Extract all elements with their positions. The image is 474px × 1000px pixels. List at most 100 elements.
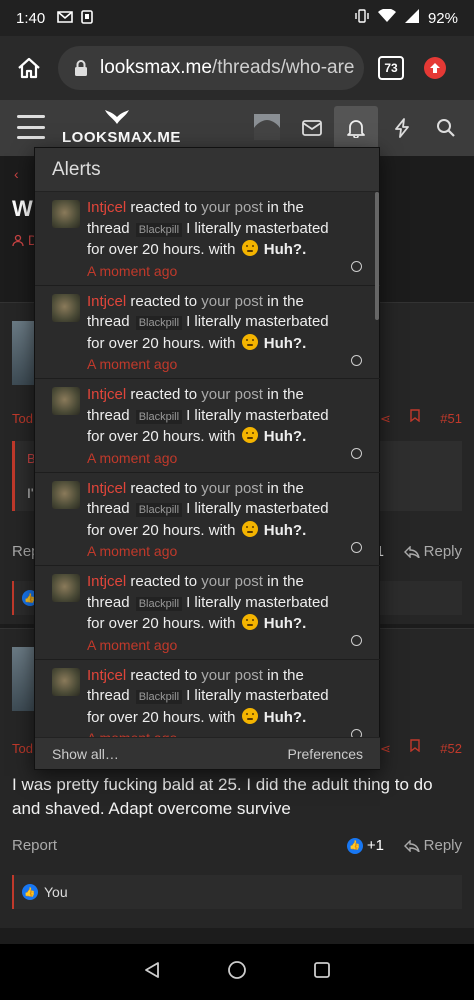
url-text: looksmax.me/threads/who-are — [100, 57, 355, 78]
alerts-footer: Show all… Preferences — [35, 737, 380, 769]
alert-time: A moment ago — [87, 356, 178, 373]
home-circle-icon — [228, 960, 246, 979]
post-actions: Report 👍 +1 Reply — [12, 837, 462, 861]
reaction-count[interactable]: 👍 +1 — [346, 837, 384, 854]
alert-text: Intjcel reacted to your post in the thre… — [87, 386, 329, 446]
confused-emoji-icon — [241, 240, 258, 256]
post-number[interactable]: #51 — [440, 411, 462, 426]
alert-item[interactable]: Intjcel reacted to your post in the thre… — [35, 286, 380, 380]
alert-username[interactable]: Intjcel — [87, 199, 126, 216]
alert-item[interactable]: Intjcel reacted to your post in the thre… — [35, 660, 380, 739]
post-number[interactable]: #52 — [440, 741, 462, 756]
alert-username[interactable]: Intjcel — [87, 386, 126, 403]
alert-avatar[interactable] — [52, 480, 80, 509]
mark-read-icon[interactable] — [351, 354, 362, 366]
alert-avatar[interactable] — [52, 387, 80, 416]
arrow-up-icon — [430, 63, 440, 73]
mark-read-icon[interactable] — [351, 448, 362, 460]
search-button[interactable] — [424, 106, 468, 150]
reply-icon — [403, 839, 420, 852]
confused-emoji-icon — [241, 707, 258, 724]
post-date[interactable]: Tod — [12, 741, 33, 756]
alert-post-link[interactable]: your post — [201, 480, 263, 497]
back-triangle-icon — [145, 961, 159, 978]
envelope-icon — [302, 120, 322, 136]
home-nav-button[interactable] — [227, 960, 247, 985]
alert-username[interactable]: Intjcel — [87, 293, 126, 310]
bookmark-icon[interactable] — [410, 409, 420, 425]
report-link[interactable]: Report — [12, 837, 57, 854]
alert-username[interactable]: Intjcel — [87, 573, 126, 590]
tab-switcher-button[interactable]: 73 — [378, 56, 404, 80]
alert-reaction: Huh?. — [263, 334, 307, 352]
mark-read-icon[interactable] — [351, 635, 362, 647]
post-date[interactable]: Tod — [12, 411, 33, 426]
menu-button[interactable] — [17, 115, 45, 139]
recents-button[interactable] — [313, 961, 331, 984]
screenshot-icon — [81, 9, 94, 27]
back-button[interactable] — [143, 961, 161, 984]
like-icon: 👍 — [22, 884, 38, 900]
wifi-icon — [377, 8, 396, 27]
whats-new-button[interactable] — [380, 106, 424, 150]
alerts-list[interactable]: Intjcel reacted to your post in the thre… — [35, 192, 380, 739]
alert-text: Intjcel reacted to your post in the thre… — [87, 573, 329, 633]
breadcrumb-back[interactable]: ‹ — [14, 166, 19, 182]
alerts-button[interactable] — [334, 106, 378, 150]
alert-text: Intjcel reacted to your post in the thre… — [87, 479, 329, 539]
alerts-title: Alerts — [35, 148, 379, 192]
alert-reaction: Huh?. — [263, 708, 307, 726]
mark-read-icon[interactable] — [351, 541, 362, 553]
recents-square-icon — [314, 961, 330, 978]
reply-button[interactable]: Reply — [403, 543, 462, 560]
post-avatar[interactable] — [12, 647, 36, 711]
alert-post-link[interactable]: your post — [201, 199, 263, 216]
post-body: I was pretty fucking bald at 25. I did t… — [12, 775, 433, 818]
url-bar[interactable]: looksmax.me/threads/who-are — [58, 46, 364, 90]
clock: 1:40 — [16, 9, 46, 27]
home-button[interactable] — [12, 51, 46, 85]
reply-button[interactable]: Reply — [403, 837, 462, 854]
post-avatar[interactable] — [12, 321, 36, 385]
alert-post-link[interactable]: your post — [201, 386, 263, 403]
thread-prefix: Blackpill — [135, 503, 183, 518]
alert-post-link[interactable]: your post — [201, 573, 263, 590]
share-icon[interactable]: ⋖ — [380, 741, 391, 757]
logo-text: LOOKSMAX.ME — [62, 129, 181, 146]
system-nav-bar — [0, 944, 474, 1000]
status-bar: 1:40 92% — [0, 0, 474, 36]
alert-avatar[interactable] — [52, 667, 80, 696]
alert-username[interactable]: Intjcel — [87, 480, 126, 497]
alert-avatar[interactable] — [52, 293, 80, 322]
scrollbar[interactable] — [375, 192, 379, 320]
bookmark-icon[interactable] — [410, 739, 420, 755]
mark-read-icon[interactable] — [351, 261, 362, 272]
lightning-icon — [395, 118, 409, 138]
reactions-bar[interactable]: 👍 You — [12, 875, 462, 909]
alert-item[interactable]: Intjcel reacted to your post in the thre… — [35, 473, 380, 567]
preferences-link[interactable]: Preferences — [288, 746, 363, 762]
thread-prefix: Blackpill — [135, 596, 183, 611]
alert-item[interactable]: Intjcel reacted to your post in the thre… — [35, 566, 380, 660]
alert-text: Intjcel reacted to your post in the thre… — [87, 199, 329, 258]
show-all-link[interactable]: Show all… — [52, 746, 119, 762]
alert-avatar[interactable] — [52, 574, 80, 603]
share-icon[interactable]: ⋖ — [380, 411, 391, 427]
lock-icon — [75, 60, 87, 76]
alert-username[interactable]: Intjcel — [87, 667, 126, 684]
alert-post-link[interactable]: your post — [201, 667, 263, 684]
alert-item[interactable]: Intjcel reacted to your post in the thre… — [35, 192, 380, 286]
site-logo[interactable]: LOOKSMAX.ME — [62, 106, 181, 150]
like-icon: 👍 — [346, 837, 363, 854]
logo-wings-icon — [62, 106, 172, 129]
alert-time: A moment ago — [87, 636, 178, 653]
alert-avatar[interactable] — [52, 200, 80, 228]
alert-item[interactable]: Intjcel reacted to your post in the thre… — [35, 379, 380, 473]
user-avatar[interactable] — [254, 114, 280, 145]
alert-post-link[interactable]: your post — [201, 293, 263, 310]
conversations-button[interactable] — [290, 106, 334, 150]
liked-by: You — [44, 884, 68, 900]
vibrate-icon — [354, 9, 370, 27]
thread-prefix: Blackpill — [135, 409, 183, 424]
update-button[interactable] — [424, 57, 446, 79]
